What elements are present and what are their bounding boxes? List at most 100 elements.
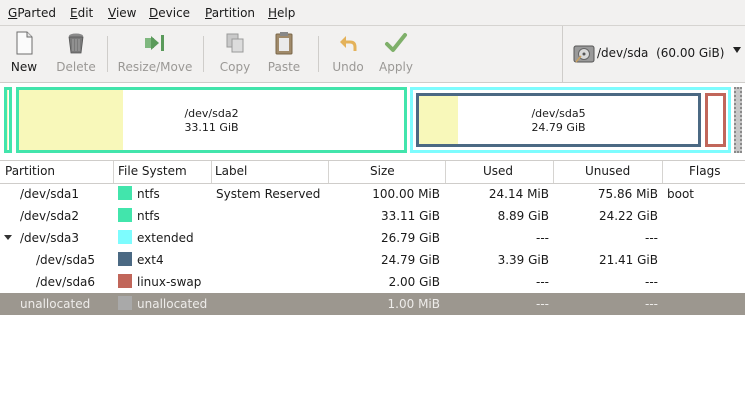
device-size: (60.00 GiB) [656,46,725,60]
menu-view-label: iew [115,6,137,20]
diskmap-partition-sda2[interactable]: /dev/sda2 33.11 GiB [16,87,407,153]
column-header-unused[interactable]: Unused [585,164,630,178]
menu-edit[interactable]: Edit [70,6,93,20]
menu-help[interactable]: Help [268,6,295,20]
menu-view[interactable]: View [108,6,136,20]
flags-cell: boot [667,187,695,201]
resize-arrow-icon [145,35,164,51]
undo-button[interactable]: Undo [327,26,369,82]
used-cell: 24.14 MiB [488,187,549,201]
column-header-size[interactable]: Size [370,164,395,178]
size-cell: 33.11 GiB [380,209,440,223]
copy-button[interactable]: Copy [214,26,256,82]
menu-edit-label: dit [77,6,94,20]
new-button-label: New [10,60,38,74]
filesystem-color-swatch [118,274,132,288]
unused-cell: 21.41 GiB [598,253,658,267]
copy-icon [226,33,244,53]
toolbar-separator [318,36,319,72]
diskmap-partition-sda5[interactable]: /dev/sda5 24.79 GiB [416,93,701,147]
checkmark-icon [385,33,407,52]
column-header-used[interactable]: Used [483,164,513,178]
diskmap-sda5-size: 24.79 GiB [531,121,586,134]
column-divider [328,161,329,183]
column-divider [662,161,663,183]
menu-device-mnemonic: D [149,6,159,20]
menu-gparted-label: Parted [17,6,57,20]
filesystem-cell: ntfs [137,209,160,223]
table-row[interactable]: /dev/sda3 extended 26.79 GiB --- --- [0,227,745,249]
used-cell: --- [536,275,549,289]
table-row[interactable]: /dev/sda5 ext4 24.79 GiB 3.39 GiB 21.41 … [0,249,745,271]
table-header: Partition File System Label Size Used Un… [0,160,745,184]
column-header-partition[interactable]: Partition [5,164,55,178]
paste-button-label: Paste [267,60,301,74]
partition-cell: /dev/sda2 [20,209,80,223]
size-cell: 1.00 MiB [387,297,440,311]
menu-device-label: evice [158,6,191,20]
diskmap-sda2-name: /dev/sda2 [184,107,239,120]
menu-view-mnemonic: V [108,6,116,20]
menu-gparted[interactable]: GParted [8,6,56,20]
unused-cell: 75.86 MiB [597,187,658,201]
device-selector[interactable]: /dev/sda (60.00 GiB) [562,26,745,82]
chevron-down-icon [733,47,741,53]
diskmap-partition-sda6[interactable] [705,93,726,147]
label-cell: System Reserved [216,187,321,201]
filesystem-cell: extended [137,231,194,245]
menu-gparted-mnemonic: G [8,6,18,20]
unused-cell: --- [645,297,658,311]
size-cell: 2.00 GiB [388,275,440,289]
used-cell: --- [536,297,549,311]
delete-button[interactable]: Delete [50,26,102,82]
menubar: GParted Edit View Device Partition Help [0,0,745,26]
menu-device[interactable]: Device [149,6,190,20]
filesystem-color-swatch [118,186,132,200]
clipboard-icon [275,32,293,55]
column-header-label[interactable]: Label [215,164,247,178]
apply-button[interactable]: Apply [374,26,418,82]
filesystem-color-swatch [118,296,132,310]
resize-move-button-label: Resize/Move [117,60,193,74]
filesystem-cell: unallocated [137,297,208,311]
diskmap-sda2-size: 33.11 GiB [184,121,239,134]
filesystem-cell: ext4 [137,253,164,267]
filesystem-color-swatch [118,252,132,266]
partition-cell: /dev/sda1 [20,187,80,201]
column-divider [445,161,446,183]
partition-cell: /dev/sda3 [20,231,80,245]
unused-cell: --- [645,275,658,289]
filesystem-color-swatch [118,208,132,222]
used-cell: 8.89 GiB [497,209,549,223]
paste-button[interactable]: Paste [262,26,306,82]
used-space-fill [7,90,8,150]
used-cell: --- [536,231,549,245]
diskmap-partition-sda1[interactable] [4,87,12,153]
toolbar-separator [107,36,108,72]
undo-arrow-icon [340,36,357,51]
delete-button-label: Delete [56,60,96,74]
menu-partition-mnemonic: P [205,6,212,20]
table-row[interactable]: /dev/sda6 linux-swap 2.00 GiB --- --- [0,271,745,293]
table-row[interactable]: /dev/sda2 ntfs 33.11 GiB 8.89 GiB 24.22 … [0,205,745,227]
diskmap-partition-sda3-extended[interactable]: /dev/sda5 24.79 GiB [410,87,731,153]
table-row[interactable]: /dev/sda1 ntfs System Reserved 100.00 Mi… [0,183,745,205]
menu-partition[interactable]: Partition [205,6,255,20]
table-row-selected[interactable]: unallocated unallocated 1.00 MiB --- --- [0,293,745,315]
new-document-icon [16,31,33,55]
new-button[interactable]: New [4,26,44,82]
size-cell: 26.79 GiB [380,231,440,245]
partition-cell: /dev/sda5 [36,253,96,267]
column-divider [553,161,554,183]
partition-cell: /dev/sda6 [36,275,96,289]
expander-arrow-icon[interactable] [4,235,12,240]
unused-cell: 24.22 GiB [598,209,658,223]
column-divider [113,161,114,183]
column-header-filesystem[interactable]: File System [118,164,187,178]
menu-partition-label: artition [211,6,256,20]
diskmap-unallocated[interactable] [734,87,742,153]
column-header-flags[interactable]: Flags [689,164,720,178]
filesystem-cell: linux-swap [137,275,202,289]
undo-button-label: Undo [332,60,364,74]
resize-move-button[interactable]: Resize/Move [114,26,196,82]
